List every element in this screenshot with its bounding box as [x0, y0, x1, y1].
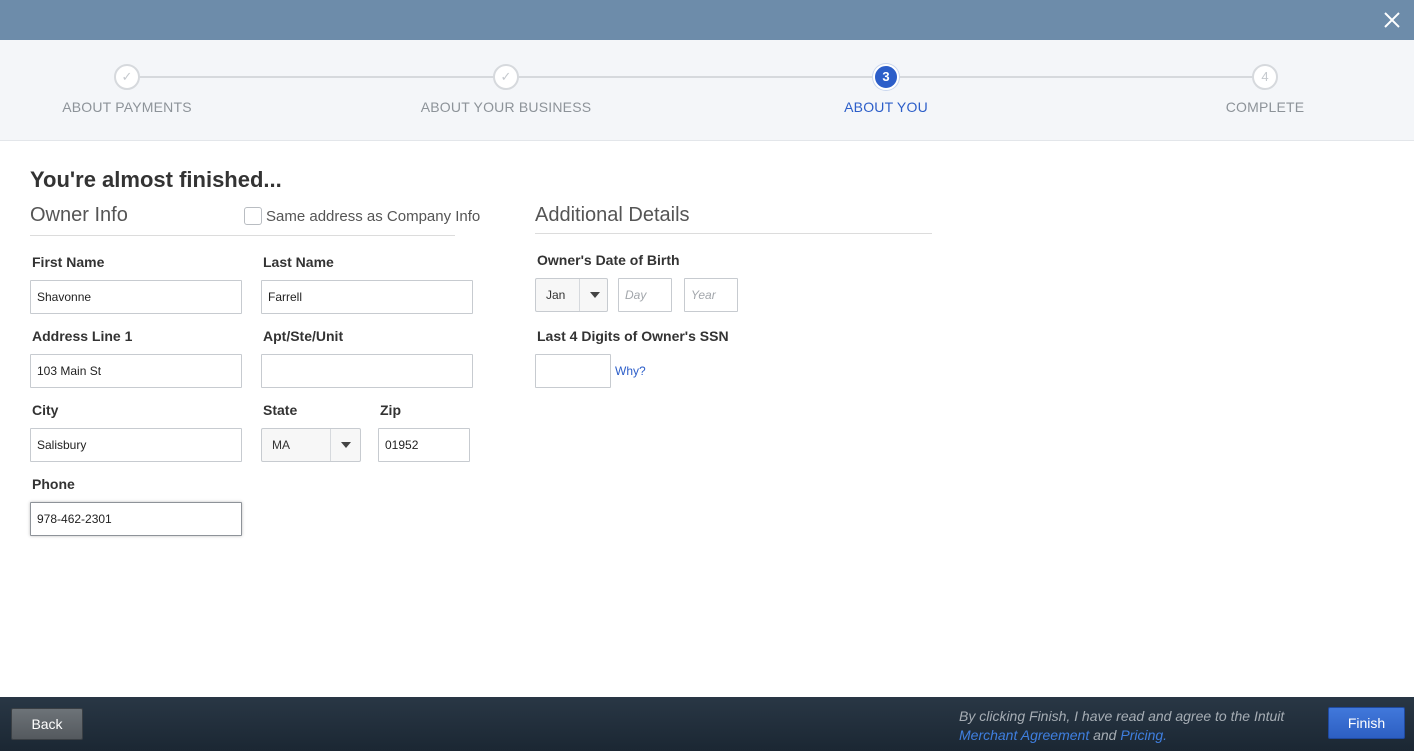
step-label: ABOUT YOUR BUSINESS — [420, 99, 592, 115]
dob-day-field[interactable] — [618, 278, 672, 312]
agreement-period: . — [1163, 727, 1168, 743]
address-line-1-label: Address Line 1 — [32, 328, 133, 344]
title-bar — [0, 0, 1414, 40]
footer-bar: Back By clicking Finish, I have read and… — [0, 697, 1414, 751]
step-number-badge: 3 — [873, 64, 899, 90]
pricing-link[interactable]: Pricing — [1120, 727, 1163, 743]
ssn-label: Last 4 Digits of Owner's SSN — [537, 328, 729, 344]
dob-year-field[interactable] — [684, 278, 738, 312]
first-name-field[interactable] — [30, 280, 242, 314]
dob-month-value: Jan — [546, 288, 566, 302]
agreement-prefix: By clicking Finish, I have read and agre… — [959, 708, 1285, 724]
state-select[interactable]: MA — [261, 428, 361, 462]
step-about-your-business: ✓ ABOUT YOUR BUSINESS — [386, 64, 626, 115]
city-label: City — [32, 402, 59, 418]
why-link[interactable]: Why? — [615, 364, 646, 378]
close-button[interactable] — [1378, 6, 1406, 34]
dob-label: Owner's Date of Birth — [537, 252, 680, 268]
first-name-label: First Name — [32, 254, 105, 270]
stepper-track — [127, 76, 1265, 78]
page-title: You're almost finished... — [30, 167, 282, 192]
chevron-down-icon — [341, 442, 351, 448]
step-label: ABOUT YOU — [844, 99, 928, 115]
ssn-last4-field[interactable] — [535, 354, 611, 388]
owner-info-divider — [30, 235, 455, 236]
last-name-label: Last Name — [263, 254, 334, 270]
step-complete: 4 COMPLETE — [1145, 64, 1385, 115]
step-check-icon: ✓ — [114, 64, 140, 90]
step-about-payments: ✓ ABOUT PAYMENTS — [7, 64, 247, 115]
same-address-label[interactable]: Same address as Company Info — [266, 208, 480, 225]
city-field[interactable] — [30, 428, 242, 462]
additional-details-divider — [535, 233, 932, 234]
merchant-agreement-link[interactable]: Merchant Agreement — [959, 727, 1089, 743]
chevron-down-icon — [590, 292, 600, 298]
zip-label: Zip — [380, 402, 401, 418]
agreement-text: By clicking Finish, I have read and agre… — [959, 707, 1309, 745]
apt-field[interactable] — [261, 354, 473, 388]
state-label: State — [263, 402, 298, 418]
step-about-you: 3 ABOUT YOU — [766, 64, 1006, 115]
last-name-field[interactable] — [261, 280, 473, 314]
owner-info-title: Owner Info — [30, 204, 128, 226]
dob-month-select[interactable]: Jan — [535, 278, 608, 312]
dob-month-dropdown-button[interactable] — [579, 279, 607, 311]
phone-field[interactable] — [30, 502, 242, 536]
state-dropdown-button[interactable] — [330, 429, 360, 461]
back-button[interactable]: Back — [11, 708, 83, 740]
additional-details-title: Additional Details — [535, 204, 690, 226]
close-icon — [1384, 12, 1400, 28]
address-line-1-field[interactable] — [30, 354, 242, 388]
progress-stepper: ✓ ABOUT PAYMENTS ✓ ABOUT YOUR BUSINESS 3… — [0, 40, 1414, 141]
step-label: ABOUT PAYMENTS — [62, 99, 192, 115]
agreement-and: and — [1093, 727, 1117, 743]
step-number-badge: 4 — [1252, 64, 1278, 90]
step-check-icon: ✓ — [493, 64, 519, 90]
zip-field[interactable] — [378, 428, 470, 462]
finish-button[interactable]: Finish — [1328, 707, 1405, 739]
step-label: COMPLETE — [1225, 99, 1305, 115]
same-address-checkbox[interactable] — [244, 207, 262, 225]
phone-label: Phone — [32, 476, 75, 492]
state-select-value: MA — [272, 438, 290, 452]
apt-label: Apt/Ste/Unit — [263, 328, 344, 344]
